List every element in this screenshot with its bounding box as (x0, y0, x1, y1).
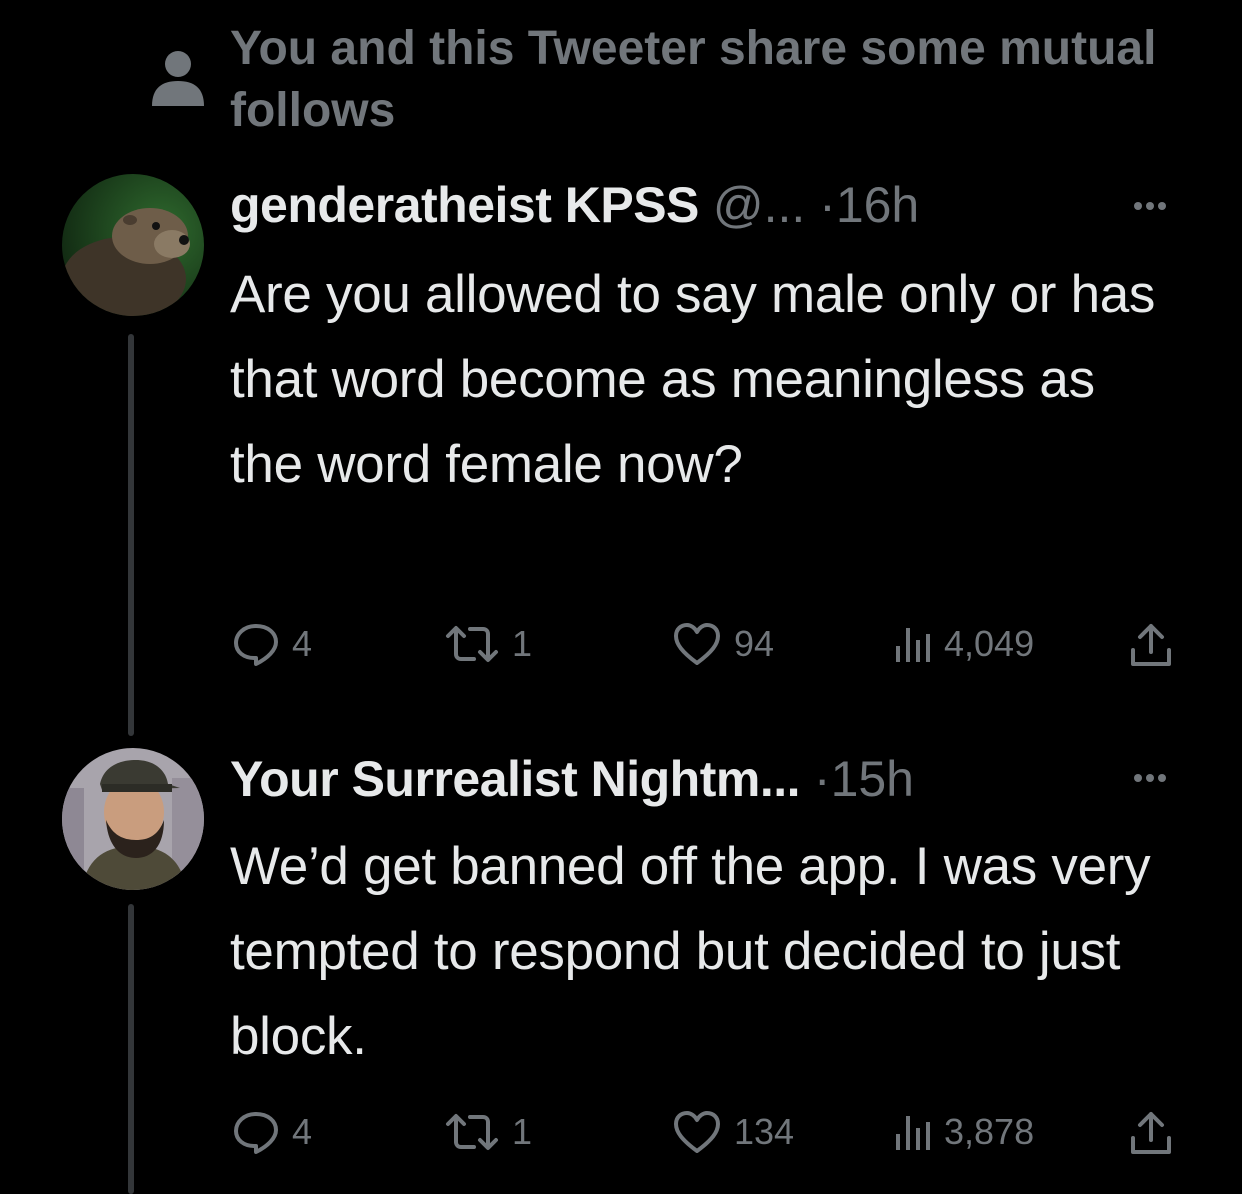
like-button[interactable]: 134 (672, 1102, 794, 1162)
tweet[interactable]: Your Surrealist Nightm... ·15h We’d get … (0, 720, 1242, 1194)
otter-avatar[interactable] (62, 174, 204, 316)
author-handle[interactable]: @... (713, 177, 805, 233)
like-button[interactable]: 94 (672, 614, 774, 674)
views-icon (896, 628, 930, 662)
retweet-count: 1 (512, 623, 533, 664)
reply-count: 4 (292, 1111, 313, 1152)
share-button[interactable] (1128, 1102, 1174, 1162)
heart-icon (674, 1111, 720, 1153)
view-count: 3,878 (944, 1111, 1035, 1152)
views-button[interactable]: 4,049 (892, 614, 1034, 674)
retweet-icon (446, 626, 498, 662)
tweet-text: Are you allowed to say male only or has … (230, 265, 1156, 494)
reply-icon (234, 1112, 278, 1154)
views-button[interactable]: 3,878 (892, 1102, 1034, 1162)
reply-button[interactable]: 4 (232, 1102, 312, 1162)
timestamp[interactable]: 16h (836, 177, 919, 233)
retweet-button[interactable]: 1 (444, 1102, 532, 1162)
more-options-icon[interactable] (1120, 768, 1180, 788)
separator: · (813, 751, 831, 807)
tweet-header: Your Surrealist Nightm... ·15h (230, 744, 914, 814)
action-bar: 4 1 134 3,878 (0, 1102, 1242, 1162)
thread-line (128, 334, 134, 736)
tweet[interactable]: genderatheist KPSS @... ·16h Are you all… (0, 0, 1242, 736)
views-icon (896, 1116, 930, 1150)
tweet-text: We’d get banned off the app. I was very … (230, 837, 1151, 1066)
action-bar: 4 1 94 4,049 (0, 614, 1242, 674)
retweet-count: 1 (512, 1111, 533, 1152)
author-name[interactable]: genderatheist KPSS (230, 177, 699, 233)
share-icon (1131, 624, 1171, 666)
share-icon (1131, 1112, 1171, 1154)
bearded-man-avatar[interactable] (62, 748, 204, 890)
share-button[interactable] (1128, 614, 1174, 674)
like-count: 134 (734, 1111, 795, 1152)
retweet-button[interactable]: 1 (444, 614, 532, 674)
heart-icon (674, 623, 720, 665)
retweet-icon (446, 1114, 498, 1150)
author-name[interactable]: Your Surrealist Nightm... (230, 751, 801, 807)
reply-icon (234, 624, 278, 666)
reply-count: 4 (292, 623, 313, 664)
separator: · (819, 177, 836, 233)
tweet-header: genderatheist KPSS @... ·16h (230, 170, 919, 240)
like-count: 94 (734, 623, 775, 664)
more-options-icon[interactable] (1120, 196, 1180, 216)
timestamp[interactable]: 15h (831, 751, 914, 807)
view-count: 4,049 (944, 623, 1035, 664)
reply-button[interactable]: 4 (232, 614, 312, 674)
